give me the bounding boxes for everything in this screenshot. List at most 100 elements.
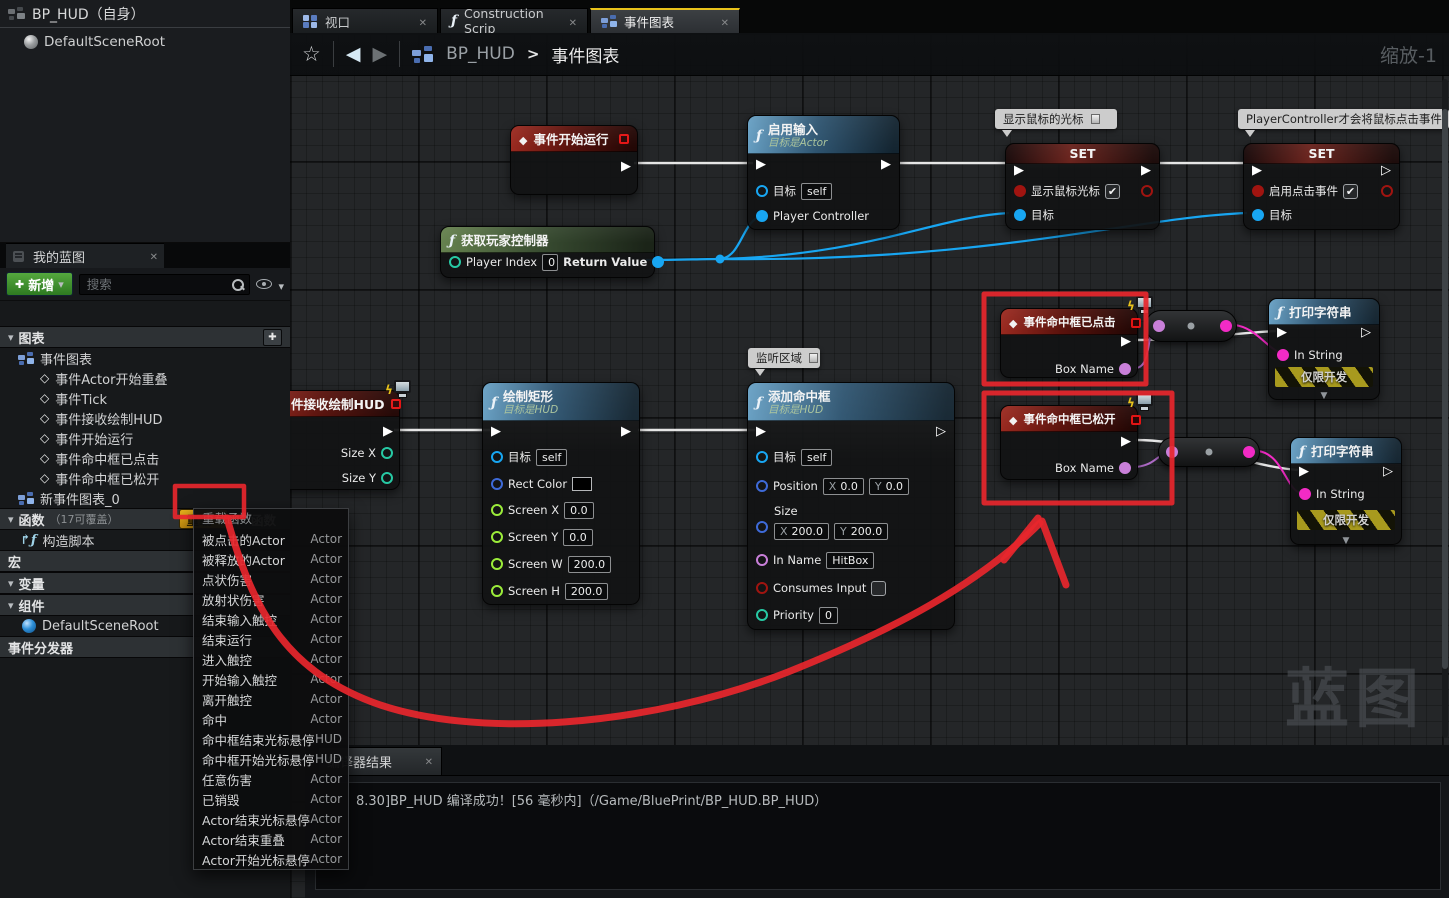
position-y-value[interactable]: 0.0 [886, 479, 904, 494]
close-icon[interactable] [425, 754, 433, 769]
screen-y-value[interactable]: 0.0 [563, 529, 593, 546]
nav-forward-icon[interactable] [372, 43, 387, 65]
blueprint-graph-canvas[interactable]: BP_HUD > 事件图表 缩放-1 显示鼠标的光标 PlayerControl… [290, 33, 1449, 898]
exec-in-pin[interactable] [1252, 163, 1262, 177]
exec-out-pin[interactable] [1383, 464, 1393, 478]
node-add-hitbox[interactable]: 添加命中框目标是HUD 目标self Position X0.0 Y0.0 Si… [747, 382, 955, 630]
size-pin[interactable] [756, 521, 768, 533]
in-string-pin[interactable] [1299, 488, 1311, 500]
expand-arrow-icon[interactable] [1321, 383, 1328, 402]
in-string-pin[interactable] [1277, 349, 1289, 361]
tab-my-blueprint[interactable]: 我的蓝图 [6, 243, 164, 268]
exec-out-pin[interactable] [936, 424, 946, 438]
target-pin[interactable] [1252, 209, 1264, 221]
node-event-hitbox-click[interactable]: 事件命中框已点击 Box Name [1000, 308, 1138, 378]
screen-y-pin[interactable] [491, 531, 503, 543]
exec-out-pin[interactable] [881, 157, 891, 171]
checkbox-unchecked[interactable] [871, 581, 886, 596]
tree-event-item[interactable]: 事件接收绘制HUD [0, 408, 290, 428]
name-in-pin[interactable] [1166, 446, 1178, 458]
menu-item[interactable]: 点状伤害Actor [194, 569, 348, 589]
checkbox-checked[interactable] [1105, 184, 1120, 199]
node-print-string-2[interactable]: 打印字符串 In String 仅限开发 [1290, 437, 1402, 545]
tree-event-item[interactable]: 事件开始运行 [0, 428, 290, 448]
name-in-pin[interactable] [1153, 320, 1165, 332]
exec-in-pin[interactable] [756, 424, 766, 438]
size-x-value[interactable]: 200.0 [792, 524, 824, 539]
priority-value[interactable]: 0 [819, 607, 838, 624]
node-name-to-string-conversion[interactable] [1158, 437, 1260, 467]
menu-item[interactable]: 任意伤害Actor [194, 769, 348, 789]
size-y-pin[interactable] [381, 472, 393, 484]
string-out-pin[interactable] [1243, 446, 1255, 458]
tree-event-item[interactable]: 事件命中框已点击 [0, 448, 290, 468]
component-root-row[interactable]: DefaultSceneRoot [0, 32, 290, 52]
menu-item[interactable]: Actor结束光标悬停Actor [194, 809, 348, 829]
consumes-input-pin[interactable] [756, 582, 768, 594]
eye-filter-icon[interactable] [256, 279, 272, 289]
tab-viewport[interactable]: 视口 [292, 8, 438, 33]
target-value[interactable]: self [536, 449, 567, 466]
menu-item[interactable]: 结束输入触控Actor [194, 609, 348, 629]
graph-vertical-scrollbar[interactable] [1442, 79, 1448, 738]
tree-event-item[interactable]: 事件命中框已松开 [0, 468, 290, 488]
node-event-receive-draw-hud[interactable]: 件接收绘制HUD Size X Size Y [290, 390, 400, 490]
node-name-to-string-conversion[interactable] [1145, 310, 1237, 342]
screen-x-value[interactable]: 0.0 [564, 502, 594, 519]
menu-item[interactable]: 已销毁Actor [194, 789, 348, 809]
pin-icon[interactable] [1091, 114, 1100, 124]
exec-out-pin[interactable] [1121, 334, 1131, 348]
menu-item[interactable]: 结束运行Actor [194, 629, 348, 649]
menu-item[interactable]: 进入触控Actor [194, 649, 348, 669]
in-name-value[interactable]: HitBox [826, 552, 874, 569]
bool-value-pin[interactable] [1252, 185, 1264, 197]
exec-in-pin[interactable] [1277, 325, 1287, 339]
tree-new-graph[interactable]: 新事件图表_0 [0, 488, 290, 508]
menu-item[interactable]: 命中Actor [194, 709, 348, 729]
target-pin[interactable] [756, 451, 768, 463]
priority-pin[interactable] [756, 609, 768, 621]
search-box[interactable] [79, 274, 251, 295]
screen-w-value[interactable]: 200.0 [568, 556, 612, 573]
menu-item[interactable]: 命中框结束光标悬停HUD [194, 729, 348, 749]
menu-item[interactable]: 放射状伤害Actor [194, 589, 348, 609]
bool-value-pin[interactable] [1014, 185, 1026, 197]
checkbox-checked[interactable] [1343, 184, 1358, 199]
exec-out-pin[interactable] [1141, 163, 1151, 177]
exec-in-pin[interactable] [1299, 464, 1309, 478]
screen-w-pin[interactable] [491, 558, 503, 570]
menu-item[interactable]: 离开触控Actor [194, 689, 348, 709]
size-y-value[interactable]: 200.0 [851, 524, 883, 539]
comment-bubble-show-cursor[interactable]: 显示鼠标的光标 [995, 109, 1117, 129]
node-draw-rect[interactable]: 绘制矩形目标是HUD 目标self Rect Color Screen X0.0… [482, 382, 640, 605]
position-x-value[interactable]: 0.0 [840, 479, 858, 494]
compiler-log[interactable]: 8.30]BP_HUD 编译成功！[56 毫秒内]（/Game/BluePrin… [315, 782, 1441, 890]
box-name-pin[interactable] [1119, 363, 1131, 375]
color-swatch[interactable] [572, 477, 592, 491]
close-icon[interactable] [569, 14, 577, 29]
breadcrumb-root[interactable]: BP_HUD [446, 44, 515, 64]
position-pin[interactable] [756, 480, 768, 492]
tab-event-graph[interactable]: 事件图表 [590, 8, 740, 33]
tab-construction-script[interactable]: Construction Scrip [440, 8, 588, 33]
exec-in-pin[interactable] [756, 157, 766, 171]
exec-out-pin[interactable] [1381, 163, 1391, 177]
search-input[interactable] [80, 275, 250, 294]
bookmark-star-icon[interactable] [302, 42, 321, 66]
add-graph-button[interactable] [263, 329, 282, 346]
target-value[interactable]: self [801, 183, 832, 200]
exec-out-pin[interactable] [1121, 434, 1131, 448]
screen-h-pin[interactable] [491, 585, 503, 597]
menu-item[interactable]: 开始输入触控Actor [194, 669, 348, 689]
tree-event-item[interactable]: 事件Actor开始重叠 [0, 368, 290, 388]
target-pin[interactable] [756, 185, 768, 197]
exec-in-pin[interactable] [491, 424, 501, 438]
comment-bubble-click-events[interactable]: PlayerController才会将鼠标点击事件 [1238, 109, 1449, 129]
chevron-down-icon[interactable] [278, 275, 284, 294]
scrollbar-thumb[interactable] [1442, 109, 1448, 669]
close-icon[interactable] [419, 14, 427, 29]
close-icon[interactable] [150, 249, 158, 264]
size-x-pin[interactable] [381, 447, 393, 459]
exec-out-pin[interactable] [1361, 325, 1371, 339]
exec-in-pin[interactable] [1014, 163, 1024, 177]
